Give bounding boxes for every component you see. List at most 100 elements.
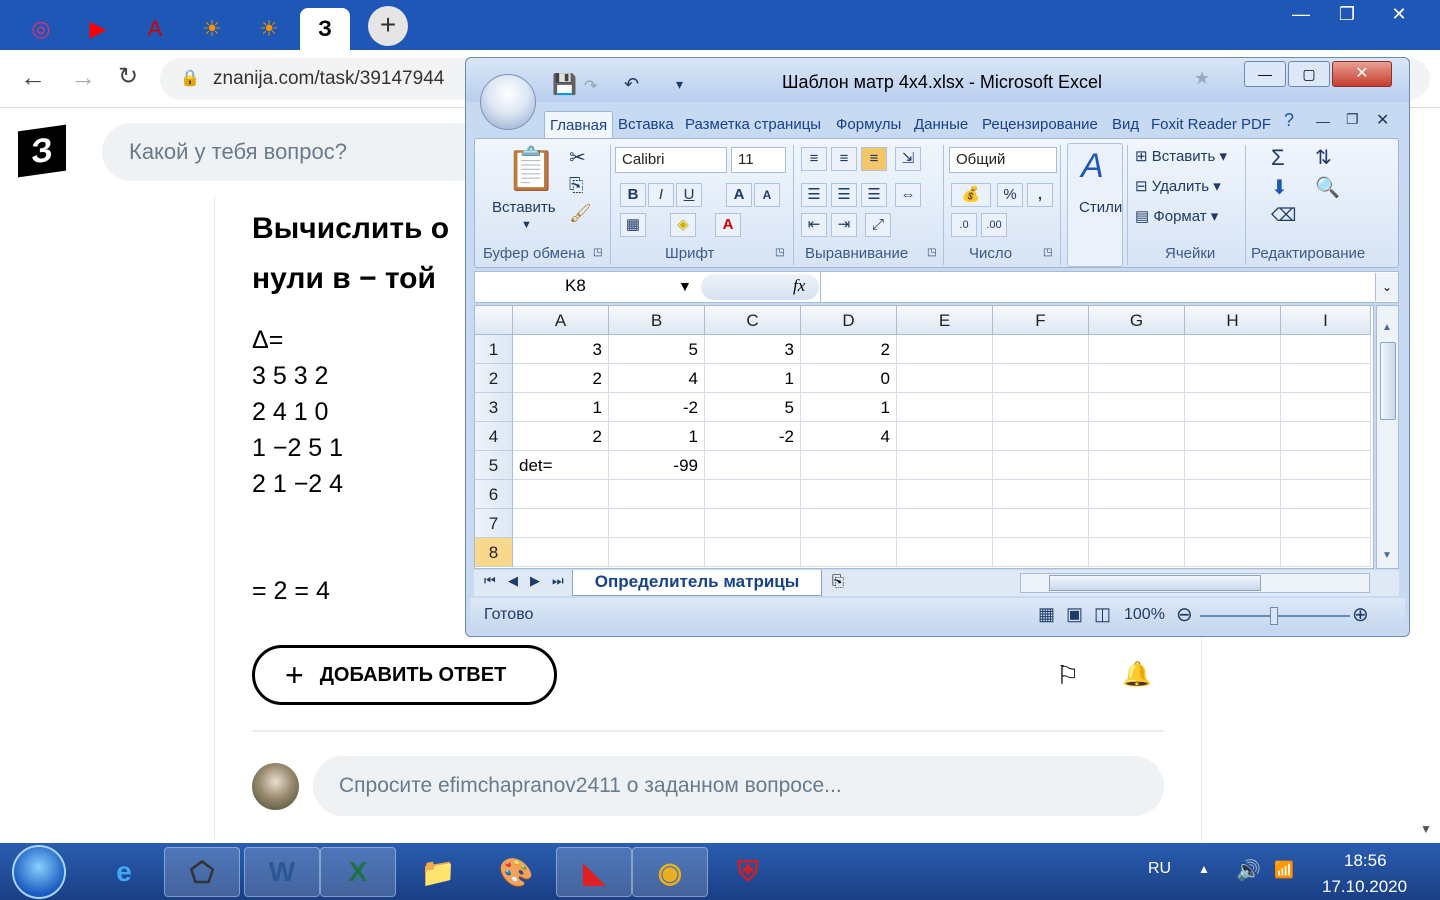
cell[interactable]: 4 (609, 364, 705, 393)
delete-cells-button[interactable]: ⊟ Удалить ▾ (1135, 177, 1221, 195)
paste-icon[interactable]: 📋 (505, 145, 557, 194)
cell[interactable] (897, 422, 993, 451)
close-button[interactable]: ✕ (1376, 0, 1422, 28)
cell[interactable] (993, 422, 1089, 451)
cell[interactable] (993, 393, 1089, 422)
browser-tab[interactable]: A (130, 8, 180, 50)
cell[interactable] (1185, 509, 1281, 538)
cell[interactable] (1185, 335, 1281, 364)
underline-button[interactable]: U (676, 183, 702, 207)
fill-icon[interactable]: ⬇ (1271, 175, 1288, 200)
find-select-icon[interactable]: 🔍 (1315, 175, 1340, 200)
paste-button[interactable]: Вставить (492, 199, 556, 216)
language-indicator[interactable]: RU (1148, 860, 1171, 878)
cell[interactable] (1185, 480, 1281, 509)
chevron-down-icon[interactable]: ▼ (521, 219, 532, 231)
percent-format-icon[interactable]: % (997, 183, 1023, 207)
page-layout-icon[interactable]: ▣ (1066, 604, 1083, 625)
horizontal-scrollbar[interactable] (1020, 573, 1370, 593)
volume-icon[interactable]: 🔊 (1236, 858, 1261, 883)
cell[interactable]: 1 (513, 393, 609, 422)
cell[interactable]: 1 (609, 422, 705, 451)
browser-tab[interactable]: ☀ (187, 8, 237, 50)
cell[interactable]: 2 (513, 364, 609, 393)
browser-tab[interactable]: З (300, 8, 350, 50)
cell[interactable] (993, 509, 1089, 538)
cell[interactable] (993, 335, 1089, 364)
ribbon-tab[interactable]: Разметка страницы (680, 111, 826, 138)
zoom-slider-thumb[interactable] (1270, 607, 1278, 625)
cell[interactable]: det= (513, 451, 609, 480)
borders-icon[interactable]: ▦ (620, 213, 646, 237)
excel-maximize-button[interactable]: ▢ (1288, 61, 1330, 87)
cell[interactable] (801, 480, 897, 509)
column-header[interactable]: G (1089, 306, 1185, 335)
zoom-out-icon[interactable]: ⊖ (1176, 602, 1193, 627)
cell[interactable]: 2 (801, 335, 897, 364)
dialog-launcher-icon[interactable]: ◳ (1043, 247, 1052, 258)
taskbar-app[interactable]: ⛨ (710, 847, 786, 897)
reload-icon[interactable]: ↻ (118, 62, 138, 91)
format-painter-icon[interactable]: 🖌 (569, 203, 592, 224)
column-header[interactable]: B (609, 306, 705, 335)
taskbar-app[interactable]: X (320, 847, 396, 897)
workbook-minimize-icon[interactable]: — (1316, 113, 1330, 129)
font-color-icon[interactable]: A (715, 213, 741, 237)
column-header[interactable]: A (513, 306, 609, 335)
ribbon-tab[interactable]: Рецензирование (977, 111, 1103, 138)
cell[interactable] (705, 480, 801, 509)
clear-icon[interactable]: ⌫ (1271, 205, 1296, 226)
insert-sheet-icon[interactable]: ⎘ (832, 573, 844, 590)
workbook-restore-icon[interactable]: ❐ (1346, 111, 1359, 128)
row-header[interactable]: 5 (475, 451, 513, 480)
add-answer-button[interactable]: + ДОБАВИТЬ ОТВЕТ (252, 645, 557, 705)
prev-sheet-icon[interactable]: ◀ (508, 573, 518, 589)
dialog-launcher-icon[interactable]: ◳ (927, 247, 936, 258)
increase-decimal-icon[interactable]: .0 (951, 213, 977, 237)
normal-view-icon[interactable]: ▦ (1038, 604, 1055, 625)
cell[interactable]: 3 (513, 335, 609, 364)
row-header[interactable]: 7 (475, 509, 513, 538)
column-header[interactable]: H (1185, 306, 1281, 335)
taskbar-app[interactable]: 🎨 (478, 847, 554, 897)
row-header[interactable]: 1 (475, 335, 513, 364)
formula-input[interactable] (821, 272, 1375, 302)
taskbar-app[interactable]: ⬠ (164, 847, 240, 897)
column-header[interactable]: C (705, 306, 801, 335)
excel-close-button[interactable]: ✕ (1332, 61, 1392, 87)
cut-icon[interactable]: ✂ (569, 145, 586, 170)
scroll-thumb[interactable] (1049, 575, 1261, 591)
cell[interactable]: 4 (801, 422, 897, 451)
cell[interactable] (609, 509, 705, 538)
align-top-icon[interactable]: ≡ (801, 147, 827, 171)
avatar[interactable] (252, 763, 299, 810)
cell[interactable]: 5 (705, 393, 801, 422)
shrink-font-button[interactable]: A (754, 183, 780, 207)
cell[interactable] (1281, 422, 1371, 451)
zoom-in-icon[interactable]: ⊕ (1352, 602, 1369, 627)
start-button[interactable] (12, 845, 66, 899)
clock-date[interactable]: 17.10.2020 (1322, 877, 1407, 897)
cell[interactable] (897, 393, 993, 422)
cell[interactable]: 5 (609, 335, 705, 364)
first-sheet-icon[interactable]: ⏮ (484, 573, 496, 589)
select-all-corner[interactable] (475, 306, 513, 335)
ribbon-tab[interactable]: Главная (544, 111, 614, 138)
clock-time[interactable]: 18:56 (1344, 851, 1387, 871)
cell[interactable] (1185, 393, 1281, 422)
format-cells-button[interactable]: ▤ Формат ▾ (1135, 207, 1218, 225)
ribbon-tab[interactable]: Вид (1107, 111, 1144, 138)
cell[interactable] (1089, 393, 1185, 422)
zoom-level[interactable]: 100% (1124, 606, 1165, 624)
ribbon-tab[interactable]: Формулы (831, 111, 906, 138)
cell[interactable] (1281, 509, 1371, 538)
cell[interactable] (513, 480, 609, 509)
bold-button[interactable]: B (620, 183, 646, 207)
column-header[interactable]: F (993, 306, 1089, 335)
font-size-select[interactable]: 11 (731, 147, 786, 173)
cell[interactable]: 2 (513, 422, 609, 451)
cell[interactable] (897, 364, 993, 393)
page-break-icon[interactable]: ◫ (1094, 604, 1111, 625)
align-bottom-icon[interactable]: ≡ (861, 147, 887, 171)
cell[interactable] (1089, 335, 1185, 364)
